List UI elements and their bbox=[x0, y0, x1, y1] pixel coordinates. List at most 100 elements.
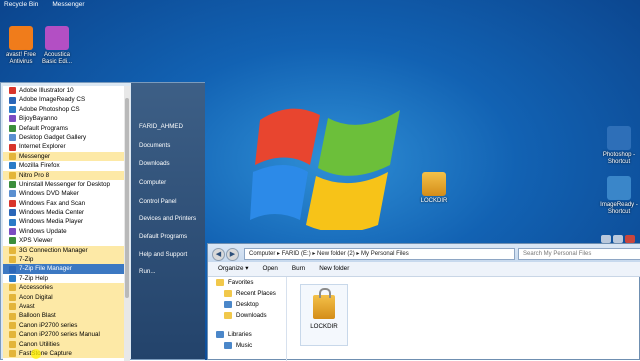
program-item[interactable]: Windows Media Center bbox=[3, 208, 128, 217]
nav-music[interactable]: Music bbox=[208, 340, 286, 351]
burn-button[interactable]: Burn bbox=[292, 262, 305, 276]
messenger-label[interactable]: Messenger bbox=[52, 0, 84, 9]
program-item[interactable]: Windows Media Player bbox=[3, 217, 128, 226]
program-label: 7-Zip File Manager bbox=[19, 265, 72, 273]
program-icon bbox=[9, 218, 16, 226]
program-label: Adobe Illustrator 10 bbox=[19, 87, 74, 94]
program-item[interactable]: Uninstall Messenger for Desktop bbox=[3, 180, 128, 189]
all-programs-list: Adobe Illustrator 10 Adobe ImageReady CS A… bbox=[3, 86, 128, 361]
program-label: Internet Explorer bbox=[19, 143, 66, 151]
program-item[interactable]: Desktop Gadget Gallery bbox=[3, 133, 128, 142]
library-icon bbox=[216, 331, 224, 338]
program-icon bbox=[9, 209, 16, 217]
program-item[interactable]: Adobe ImageReady CS bbox=[3, 95, 128, 104]
acoustica-desktop-icon[interactable]: Acoustica Basic Edi... bbox=[36, 26, 78, 66]
program-icon bbox=[9, 105, 16, 113]
maximize-button[interactable] bbox=[613, 235, 623, 243]
scrollbar-thumb[interactable] bbox=[125, 98, 129, 298]
nav-libraries[interactable]: Libraries bbox=[208, 329, 286, 340]
folder-icon bbox=[9, 293, 16, 301]
program-item[interactable]: Accessories bbox=[3, 283, 128, 293]
program-item[interactable]: Avast bbox=[3, 301, 128, 312]
program-label: Windows DVD Maker bbox=[19, 190, 79, 198]
program-label: Windows Media Player bbox=[19, 218, 84, 226]
program-item[interactable]: XPS Viewer bbox=[3, 236, 128, 245]
avast-icon bbox=[9, 26, 33, 50]
program-item[interactable]: Mozilla Firefox bbox=[3, 161, 128, 170]
program-item[interactable]: Canon iP2700 series bbox=[3, 320, 128, 331]
nav-recent-places[interactable]: Recent Places bbox=[208, 288, 286, 299]
program-item[interactable]: Adobe Photoshop CS bbox=[3, 105, 128, 114]
program-item[interactable]: Messenger bbox=[3, 151, 128, 162]
lockdir-desktop-icon[interactable]: LOCKDIR bbox=[413, 172, 455, 205]
navigation-pane: Favorites Recent Places Desktop Download… bbox=[208, 277, 287, 361]
file-item-lockdir[interactable]: LOCKDIR bbox=[300, 284, 348, 346]
program-label: Desktop Gadget Gallery bbox=[19, 133, 87, 141]
programs-scrollbar[interactable] bbox=[124, 86, 130, 361]
folder-icon bbox=[9, 152, 16, 160]
start-menu-control-panel[interactable]: Control Panel bbox=[139, 198, 177, 205]
acoustica-icon bbox=[45, 26, 69, 50]
program-item[interactable]: Internet Explorer bbox=[3, 142, 128, 151]
organize-button[interactable]: Organize ▾ bbox=[218, 262, 248, 276]
folder-icon bbox=[224, 312, 232, 319]
nav-downloads[interactable]: Downloads bbox=[208, 310, 286, 321]
program-item[interactable]: Canon iP2700 series Manual bbox=[3, 330, 128, 340]
explorer-window: ◀ ▶ Computer ▸ FARID (E:) ▸ New folder (… bbox=[207, 235, 640, 361]
nav-desktop[interactable]: Desktop bbox=[208, 299, 286, 310]
back-button[interactable]: ◀ bbox=[212, 248, 225, 261]
start-menu-run[interactable]: Run... bbox=[139, 268, 156, 275]
nav-label: Recent Places bbox=[236, 290, 276, 297]
lock-folder-icon bbox=[313, 288, 335, 319]
program-item[interactable]: 7-Zip File Manager bbox=[3, 264, 128, 274]
program-label: Windows Update bbox=[19, 227, 67, 235]
program-item[interactable]: 3G Connection Manager bbox=[3, 245, 128, 256]
program-icon bbox=[9, 124, 16, 132]
lockdir-desktop-label: LOCKDIR bbox=[420, 198, 448, 204]
start-menu-help-support[interactable]: Help and Support bbox=[139, 251, 187, 258]
address-path[interactable]: Computer ▸ FARID (E:) ▸ New folder (2) ▸… bbox=[244, 248, 515, 260]
program-item[interactable]: FastStone Capture bbox=[3, 348, 128, 359]
start-menu: Adobe Illustrator 10 Adobe ImageReady CS A… bbox=[0, 82, 205, 361]
program-item[interactable]: 7-Zip bbox=[3, 255, 128, 265]
program-item[interactable]: 7-Zip Help bbox=[3, 274, 128, 283]
program-item[interactable]: Windows DVD Maker bbox=[3, 189, 128, 198]
start-menu-devices-printers[interactable]: Devices and Printers bbox=[139, 215, 196, 222]
program-icon bbox=[9, 115, 16, 123]
program-item[interactable]: Balloon Blast bbox=[3, 311, 128, 321]
recycle-bin-label[interactable]: Recycle Bin bbox=[4, 0, 38, 9]
window-controls bbox=[601, 235, 635, 243]
windows-logo-wallpaper bbox=[250, 108, 400, 230]
new-folder-button[interactable]: New folder bbox=[319, 262, 349, 276]
open-button[interactable]: Open bbox=[262, 262, 277, 276]
minimize-button[interactable] bbox=[601, 235, 611, 243]
program-item[interactable]: Nitro Pro 8 bbox=[3, 170, 128, 180]
start-menu-user-name[interactable]: FARID_AHMED bbox=[139, 123, 183, 130]
folder-icon bbox=[9, 340, 16, 348]
program-item[interactable]: Adobe Illustrator 10 bbox=[3, 86, 128, 95]
search-input[interactable]: Search My Personal Files bbox=[518, 248, 640, 260]
nav-favorites[interactable]: Favorites bbox=[208, 277, 286, 288]
forward-button[interactable]: ▶ bbox=[226, 248, 239, 261]
start-menu-documents[interactable]: Documents bbox=[139, 142, 170, 149]
program-item[interactable]: Default Programs bbox=[3, 124, 128, 133]
imageready-shortcut-icon[interactable]: ImageReady - Shortcut bbox=[598, 176, 640, 216]
photoshop-shortcut-icon[interactable]: Photoshop - Shortcut bbox=[598, 126, 640, 166]
start-menu-downloads[interactable]: Downloads bbox=[139, 160, 170, 167]
start-menu-right-pane: FARID_AHMED Documents Downloads Computer… bbox=[131, 83, 205, 359]
start-menu-computer[interactable]: Computer bbox=[139, 179, 166, 186]
program-item[interactable]: Windows Fax and Scan bbox=[3, 199, 128, 208]
program-item[interactable]: Windows Update bbox=[3, 227, 128, 236]
program-label: Canon iP2700 series Manual bbox=[19, 331, 100, 339]
program-icon bbox=[9, 181, 16, 189]
program-label: Avast bbox=[19, 302, 35, 310]
close-button[interactable] bbox=[625, 235, 635, 243]
start-menu-default-programs[interactable]: Default Programs bbox=[139, 233, 187, 240]
program-icon bbox=[9, 237, 16, 245]
nav-label: Libraries bbox=[228, 331, 252, 338]
program-item[interactable]: Acon Digital bbox=[3, 292, 128, 302]
program-item[interactable]: BijoyBayanno bbox=[3, 114, 128, 123]
program-item[interactable]: Canon Utilities bbox=[3, 339, 128, 349]
program-label: Canon Utilities bbox=[19, 340, 60, 348]
command-bar: Organize ▾ Open Burn New folder bbox=[208, 262, 640, 277]
